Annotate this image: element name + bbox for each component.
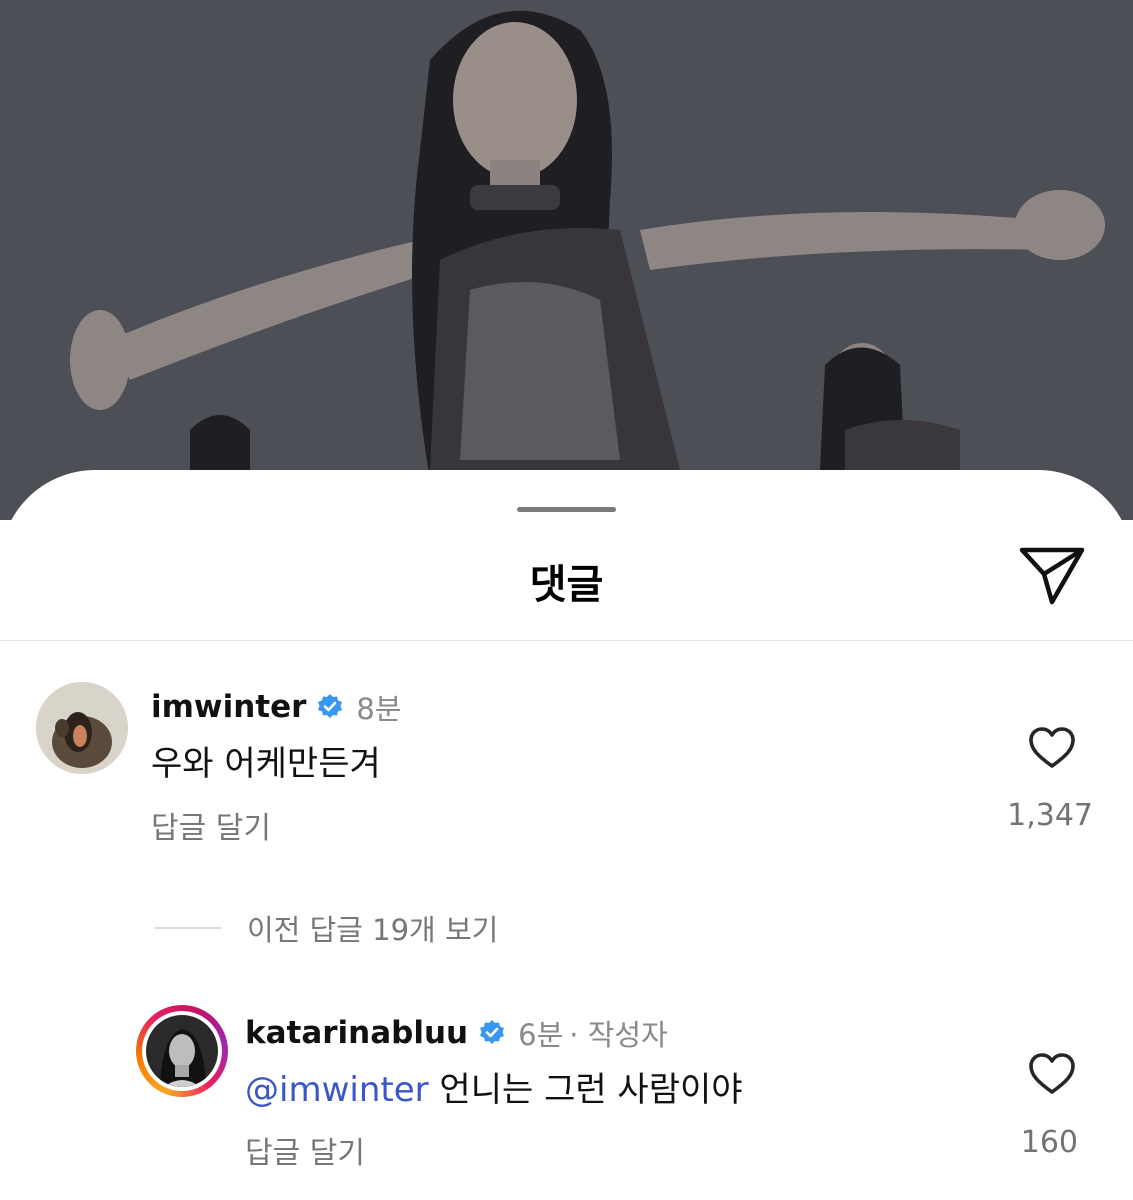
reply-button[interactable]: 답글 달기 [151, 803, 271, 847]
reply-button[interactable]: 답글 달기 [245, 1128, 365, 1172]
mention-link[interactable]: @imwinter [245, 1070, 429, 1110]
like-count: 1,347 [1007, 798, 1093, 833]
verified-badge-icon [318, 694, 343, 718]
replies-indent-line [155, 927, 221, 929]
author-tag: · 작성자 [569, 1018, 668, 1052]
sheet-grabber-handle[interactable] [517, 507, 616, 512]
avatar[interactable] [36, 682, 128, 774]
comments-sheet: 댓글 imwinter 8분 우와 어케만든겨 답글 달기 1,347 이전 답… [0, 470, 1133, 1200]
reply-meta: katarinabluu 6분 · 작성자 [245, 1012, 668, 1054]
reply-text: @imwinter 언니는 그런 사람이야 [245, 1062, 743, 1111]
verified-badge-icon [480, 1020, 505, 1044]
comment-meta: imwinter 8분 [151, 686, 402, 728]
avatar-image [146, 1015, 218, 1087]
story-ring-avatar[interactable] [136, 1005, 228, 1097]
reply-body: 언니는 그런 사람이야 [428, 1070, 743, 1110]
comment-username[interactable]: imwinter [151, 689, 306, 725]
comment-text: 우와 어케만든겨 [151, 744, 381, 784]
sheet-title: 댓글 [529, 562, 604, 608]
reply-time: 6분 [518, 1018, 564, 1052]
reply-username[interactable]: katarinabluu [245, 1015, 468, 1051]
send-icon [1019, 547, 1085, 605]
heart-icon[interactable] [1028, 726, 1076, 770]
post-photo [0, 0, 1133, 520]
view-previous-replies-button[interactable]: 이전 답글 19개 보기 [155, 907, 498, 949]
comment-time: 8분 [356, 692, 402, 726]
view-replies-label: 이전 답글 19개 보기 [247, 913, 499, 947]
header-divider [0, 640, 1133, 641]
post-image-background [0, 0, 1133, 520]
heart-icon[interactable] [1028, 1052, 1076, 1096]
like-count: 160 [1020, 1125, 1078, 1160]
share-send-button[interactable] [1018, 544, 1086, 608]
avatar-image [36, 682, 128, 774]
